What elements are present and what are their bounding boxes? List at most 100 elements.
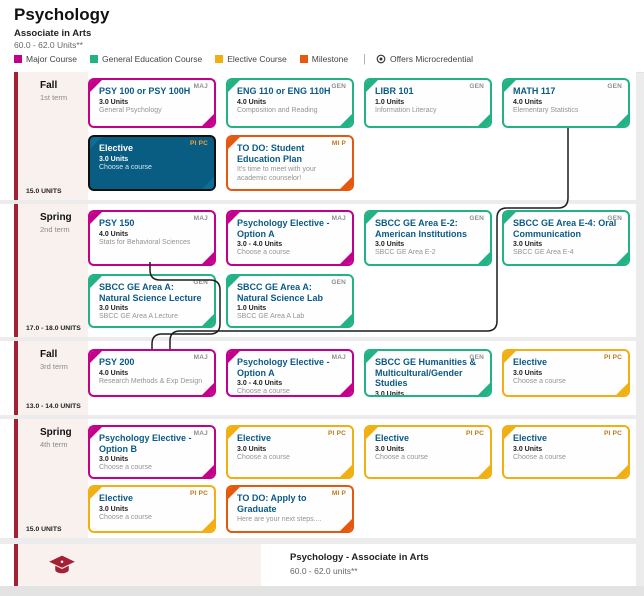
degree-total-units: 60.0 - 62.0 Units** — [14, 40, 83, 50]
card-units: 3.0 Units — [99, 305, 206, 312]
card-units: 3.0 Units — [99, 456, 206, 463]
card-badge: MAJ — [332, 215, 346, 222]
milestone-card-student-education-plan[interactable]: MI P TO DO: Student Education Plan It's … — [226, 135, 354, 191]
card-badge: MI P — [332, 490, 346, 497]
card-subtitle: Stats for Behavioral Sciences — [99, 239, 206, 247]
course-card-elective-t4c[interactable]: PI PC Elective 3.0 Units Choose a course — [502, 425, 630, 479]
card-subtitle: SBCC GE Area A Lab — [237, 313, 344, 321]
card-badge: GEN — [607, 215, 622, 222]
course-card-elective-selected[interactable]: PI PC Elective 3.0 Units Choose a course — [88, 135, 216, 191]
card-subtitle: Information Literacy — [375, 107, 482, 115]
completion-units: 60.0 - 62.0 units** — [290, 566, 358, 576]
card-subtitle: Choose a course — [99, 164, 206, 172]
course-card-psych-elective-a2[interactable]: MAJ Psychology Elective - Option A 3.0 -… — [226, 349, 354, 397]
card-units: 3.0 - 4.0 Units — [237, 241, 344, 248]
card-units: 1.0 Units — [375, 99, 482, 106]
course-card-eng110[interactable]: GEN ENG 110 or ENG 110H 4.0 Units Compos… — [226, 78, 354, 128]
card-subtitle: It's time to meet with your academic cou… — [237, 166, 344, 183]
term-sidebar: Fall 3rd term 13.0 - 14.0 UNITS — [14, 341, 88, 415]
course-card-elective-t4b[interactable]: PI PC Elective 3.0 Units Choose a course — [364, 425, 492, 479]
course-card-psy200[interactable]: MAJ PSY 200 4.0 Units Research Methods &… — [88, 349, 216, 397]
card-badge: MAJ — [194, 354, 208, 361]
card-title: ENG 110 or ENG 110H — [237, 86, 344, 97]
card-units: 1.0 Units — [237, 305, 344, 312]
course-card-ge-area-a-lecture[interactable]: GEN SBCC GE Area A: Natural Science Lect… — [88, 274, 216, 328]
card-subtitle: General Psychology — [99, 107, 206, 115]
card-units: 3.0 Units — [513, 370, 620, 377]
card-badge: PI PC — [190, 490, 208, 497]
legend-label: Milestone — [312, 54, 348, 64]
card-subtitle: Here are your next steps.... — [237, 516, 344, 524]
course-card-psy100[interactable]: MAJ PSY 100 or PSY 100H 3.0 Units Genera… — [88, 78, 216, 128]
card-units: 3.0 Units — [513, 241, 620, 248]
card-title: TO DO: Apply to Graduate — [237, 493, 344, 514]
card-title: SBCC GE Area E-4: Oral Communication — [513, 218, 620, 239]
term-number: 2nd term — [40, 225, 70, 234]
course-card-ge-area-e4[interactable]: GEN SBCC GE Area E-4: Oral Communication… — [502, 210, 630, 266]
legend: Major Course General Education Course El… — [14, 53, 473, 65]
card-badge: GEN — [331, 279, 346, 286]
card-title: Psychology Elective - Option B — [99, 433, 206, 454]
card-title: SBCC GE Humanities & Multicultural/Gende… — [375, 357, 482, 389]
term-units-total: 17.0 - 18.0 UNITS — [26, 325, 81, 332]
card-units: 4.0 Units — [99, 370, 206, 377]
card-subtitle: Choose a course — [375, 454, 482, 462]
course-card-ge-area-a-lab[interactable]: GEN SBCC GE Area A: Natural Science Lab … — [226, 274, 354, 328]
course-card-elective-t4d[interactable]: PI PC Elective 3.0 Units Choose a course — [88, 485, 216, 533]
term-sidebar: Spring 4th term 15.0 UNITS — [14, 419, 88, 538]
term-season: Fall — [40, 349, 57, 360]
card-units: 3.0 Units — [99, 156, 206, 163]
legend-item-elective: Elective Course — [215, 54, 287, 64]
course-card-math117[interactable]: GEN MATH 117 4.0 Units Elementary Statis… — [502, 78, 630, 128]
legend-label: Offers Microcredential — [390, 54, 473, 64]
card-title: SBCC GE Area A: Natural Science Lab — [237, 282, 344, 303]
term-row-fall-3: Fall 3rd term 13.0 - 14.0 UNITS MAJ PSY … — [0, 341, 636, 415]
card-units: 3.0 Units — [99, 506, 206, 513]
course-card-elective-t3[interactable]: PI PC Elective 3.0 Units Choose a course — [502, 349, 630, 397]
card-subtitle: Research Methods & Exp Design — [99, 378, 206, 386]
course-card-psych-elective-a[interactable]: MAJ Psychology Elective - Option A 3.0 -… — [226, 210, 354, 266]
term-number: 3rd term — [40, 362, 68, 371]
card-subtitle: Choose a course — [237, 249, 344, 257]
card-badge: PI PC — [604, 430, 622, 437]
program-mapper-page: Psychology Associate in Arts 60.0 - 62.0… — [0, 0, 644, 596]
completion-sidebar — [14, 544, 261, 586]
card-subtitle: Elementary Statistics — [513, 107, 620, 115]
card-title: Psychology Elective - Option A — [237, 357, 344, 378]
card-title: MATH 117 — [513, 86, 620, 97]
course-card-psy150[interactable]: MAJ PSY 150 4.0 Units Stats for Behavior… — [88, 210, 216, 266]
graduation-cap-icon — [48, 553, 76, 577]
legend-item-milestone: Milestone — [300, 54, 348, 64]
completion-title: Psychology - Associate in Arts — [290, 552, 429, 563]
card-title: PSY 150 — [99, 218, 206, 229]
card-units: 3.0 Units — [513, 446, 620, 453]
course-card-psych-elective-b[interactable]: MAJ Psychology Elective - Option B 3.0 U… — [88, 425, 216, 479]
card-badge: PI PC — [466, 430, 484, 437]
card-badge: MAJ — [194, 430, 208, 437]
card-badge: PI PC — [328, 430, 346, 437]
card-subtitle: Choose a course — [237, 454, 344, 462]
term-season: Spring — [40, 212, 72, 223]
course-card-libr101[interactable]: GEN LIBR 101 1.0 Units Information Liter… — [364, 78, 492, 128]
term-number: 1st term — [40, 93, 67, 102]
legend-item-ge: General Education Course — [90, 54, 202, 64]
card-subtitle: Choose a course — [99, 464, 206, 472]
legend-divider: | — [363, 53, 366, 65]
milestone-card-apply-to-graduate[interactable]: MI P TO DO: Apply to Graduate Here are y… — [226, 485, 354, 533]
card-title: SBCC GE Area A: Natural Science Lecture — [99, 282, 206, 303]
card-badge: PI PC — [190, 140, 208, 147]
course-card-ge-area-e2[interactable]: GEN SBCC GE Area E-2: American Instituti… — [364, 210, 492, 266]
card-subtitle: Choose a course — [513, 378, 620, 386]
card-subtitle: SBCC GE Area E-4 — [513, 249, 620, 257]
card-badge: GEN — [469, 215, 484, 222]
card-badge: MI P — [332, 140, 346, 147]
term-number: 4th term — [40, 440, 68, 449]
course-card-ge-humanities[interactable]: GEN SBCC GE Humanities & Multicultural/G… — [364, 349, 492, 397]
course-card-elective-t4a[interactable]: PI PC Elective 3.0 Units Choose a course — [226, 425, 354, 479]
card-subtitle: Choose a course — [237, 388, 344, 396]
card-badge: GEN — [469, 354, 484, 361]
term-sidebar: Fall 1st term 15.0 UNITS — [14, 72, 88, 200]
card-badge: PI PC — [604, 354, 622, 361]
elective-course-swatch — [215, 55, 223, 63]
bottom-gutter — [0, 586, 644, 596]
